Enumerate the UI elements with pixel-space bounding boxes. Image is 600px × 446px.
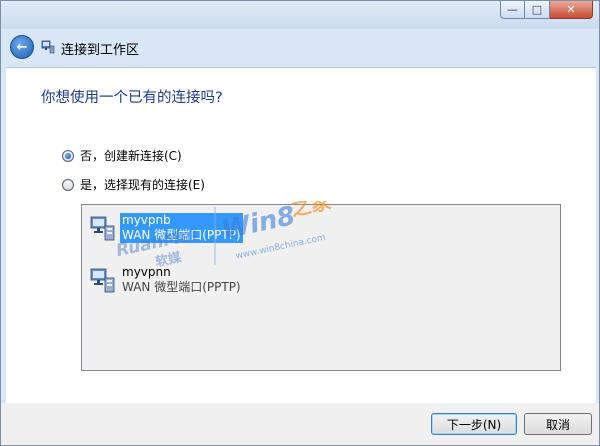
title-bar[interactable]: — □ ✕ xyxy=(1,1,599,29)
option-create-new[interactable]: 否，创建新连接(C) xyxy=(62,147,182,164)
vpn-connection-icon xyxy=(90,216,115,241)
minimize-button[interactable]: — xyxy=(500,1,525,19)
connection-item[interactable]: myvpnb WAN 微型端口(PPTP) xyxy=(90,213,243,243)
radio-create-new[interactable] xyxy=(62,149,74,162)
connection-type: WAN 微型端口(PPTP) xyxy=(122,280,241,294)
arrow-left-icon: ← xyxy=(16,39,28,55)
connection-name: myvpnn xyxy=(122,265,171,279)
wizard-title: 连接到工作区 xyxy=(61,43,140,58)
wizard-content: 你想使用一个已有的连接吗? 否，创建新连接(C) 是，选择现有的连接(E) my… xyxy=(6,67,596,404)
page-question: 你想使用一个已有的连接吗? xyxy=(41,90,223,106)
close-button[interactable]: ✕ xyxy=(550,1,593,19)
vpn-connection-icon xyxy=(90,268,115,293)
connection-item[interactable]: myvpnn WAN 微型端口(PPTP) xyxy=(90,265,241,295)
wizard-header: ← 连接到工作区 xyxy=(1,29,599,67)
option-use-existing[interactable]: 是，选择现有的连接(E) xyxy=(62,176,205,193)
wizard-footer: 下一步(N) 取消 xyxy=(1,403,599,445)
network-connection-icon xyxy=(41,40,55,54)
maximize-button[interactable]: □ xyxy=(525,1,550,19)
cancel-button[interactable]: 取消 xyxy=(524,413,592,435)
radio-use-existing[interactable] xyxy=(62,178,74,191)
connection-name: myvpnb xyxy=(120,213,243,228)
option-create-new-label: 否，创建新连接(C) xyxy=(80,149,182,163)
connection-type: WAN 微型端口(PPTP) xyxy=(120,228,243,243)
window-controls: — □ ✕ xyxy=(500,1,593,19)
back-button[interactable]: ← xyxy=(10,35,34,59)
next-button[interactable]: 下一步(N) xyxy=(431,413,517,435)
wizard-window: — □ ✕ ← 连接到工作区 你想使用一个已有的连接吗? 否，创建新连接(C) … xyxy=(0,0,600,446)
option-use-existing-label: 是，选择现有的连接(E) xyxy=(80,178,205,192)
connections-list[interactable]: myvpnb WAN 微型端口(PPTP) myvpnn WAN 微型端口(PP… xyxy=(81,204,561,371)
